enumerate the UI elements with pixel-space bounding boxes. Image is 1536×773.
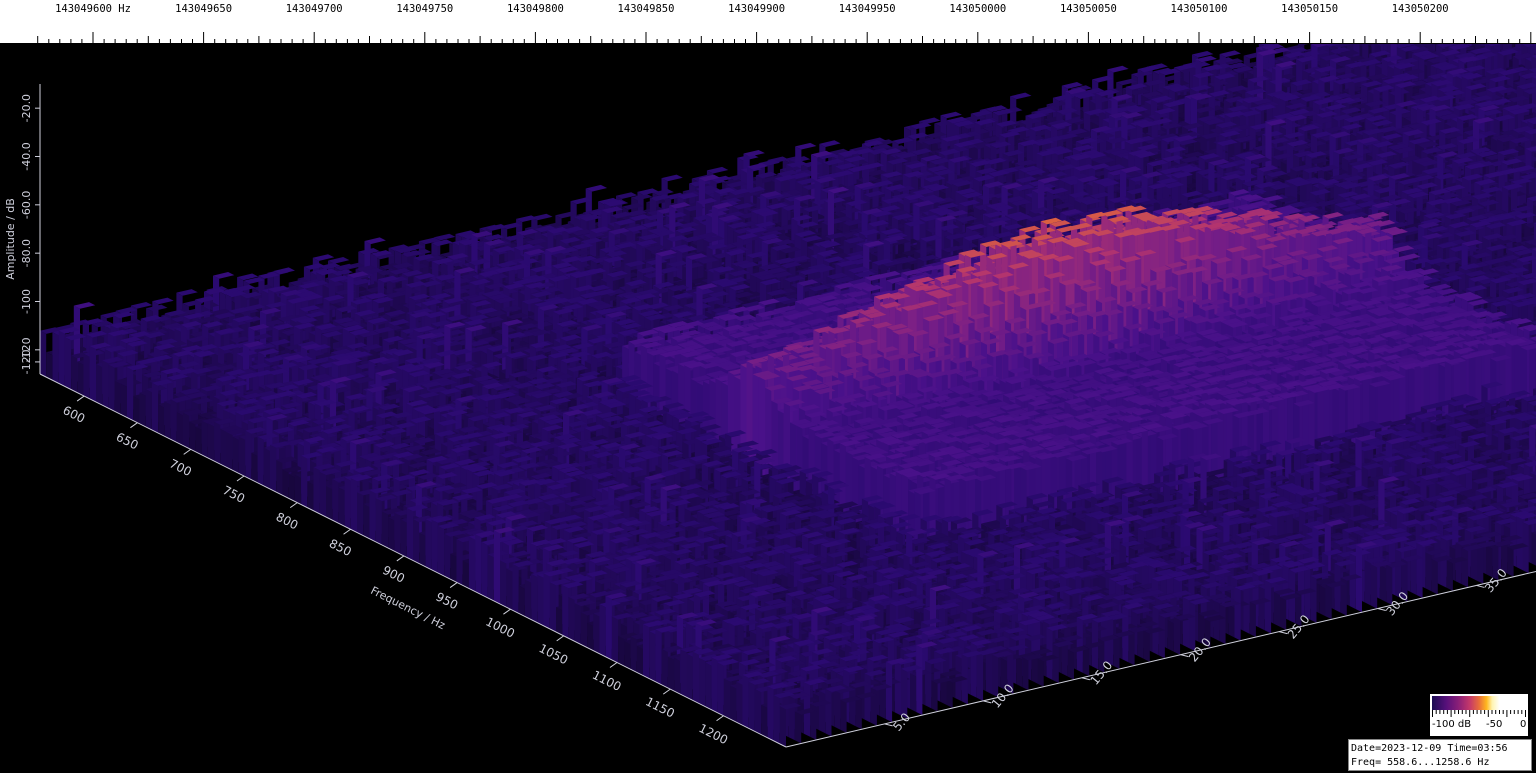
ruler-label: 143050000 bbox=[949, 3, 1006, 15]
waterfall-surface bbox=[40, 44, 1536, 747]
ruler-label: 143050050 bbox=[1060, 3, 1117, 15]
ruler-label: 143049750 bbox=[396, 3, 453, 15]
ruler-label: 143050150 bbox=[1281, 3, 1338, 15]
ruler-label: 143050100 bbox=[1171, 3, 1228, 15]
waterfall-plot: 6006507007508008509009501000105011001150… bbox=[4, 44, 1536, 748]
ruler-label: 143049700 bbox=[286, 3, 343, 15]
ruler-label: 143050200 bbox=[1392, 3, 1449, 15]
ruler-label: 143049650 bbox=[175, 3, 232, 15]
ruler-label: 143049950 bbox=[839, 3, 896, 15]
ruler-label: 143049800 bbox=[507, 3, 564, 15]
ruler-label: 143049600 Hz bbox=[55, 3, 131, 15]
frequency-ruler: 143049600 Hz 143049650 143049700 143049750 1… bbox=[0, 0, 1536, 44]
ruler-label: 143049850 bbox=[618, 3, 675, 15]
ruler-label: 143049900 bbox=[728, 3, 785, 15]
